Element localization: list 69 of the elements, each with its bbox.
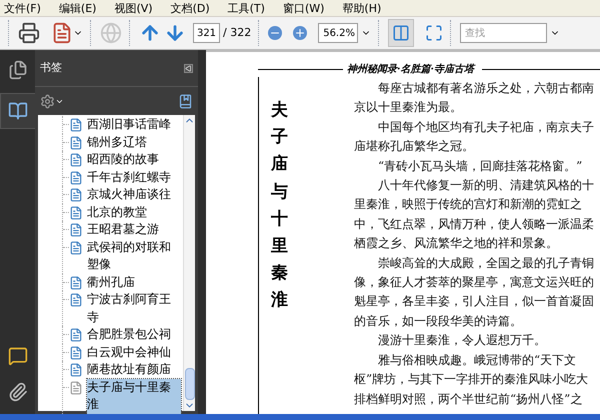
menu-item[interactable]: 视图(V)	[114, 2, 153, 14]
menu-item[interactable]: 窗口(W)	[282, 2, 324, 14]
previous-page-icon[interactable]	[139, 22, 161, 44]
attachment-icon[interactable]	[8, 382, 28, 402]
page-total: / 322	[223, 24, 252, 41]
menu-item[interactable]: 文档(D)	[170, 2, 210, 14]
bookmark-page-icon	[69, 346, 83, 360]
zoom-out-icon[interactable]	[268, 26, 282, 40]
bookmark-item[interactable]: 京城火神庙谈往	[87, 186, 181, 204]
bookmark-page-icon	[69, 188, 83, 202]
document-icon[interactable]	[51, 22, 73, 44]
fit-page-icon[interactable]	[425, 24, 444, 42]
body-paragraph: 崇峻高耸的大成殿，全国之最的孔子青铜像，象征人才荟萃的聚星亭，寓意文运兴旺的魁星亭，各呈丰姿，引人注目，似一首首凝固的音乐，如一段段华美的诗篇。	[354, 254, 595, 330]
bookmark-item[interactable]: 衢州孔庙	[87, 274, 181, 291]
globe-icon	[100, 22, 122, 44]
body-paragraph: 漫游十里秦淮，令人遐想万千。	[377, 332, 547, 350]
bookmark-item[interactable]: 夫子庙与十里秦淮	[87, 378, 181, 414]
bookmark-item[interactable]: 白云观中会神仙	[87, 344, 181, 361]
panel-title: 书签	[40, 60, 62, 76]
fit-width-icon	[392, 24, 410, 42]
chapter-title: 夫子庙与十里秦淮	[271, 99, 288, 312]
next-page-icon[interactable]	[164, 22, 186, 44]
bookmark-item[interactable]: 千年古刹红螺寺	[87, 168, 181, 186]
bookmark-item[interactable]: 武侯祠的对联和塑像	[87, 238, 181, 274]
comments-icon[interactable]	[8, 346, 28, 366]
bookmark-item[interactable]: 合肥胜景包公祠	[87, 326, 181, 344]
pages-icon[interactable]	[8, 60, 28, 80]
scroll-thumb[interactable]	[184, 368, 194, 400]
bookmark-item[interactable]: 宁波古刹阿育王寺	[87, 291, 181, 326]
bookmark-page-icon	[69, 170, 83, 184]
menu-item[interactable]: 工具(T)	[228, 2, 265, 14]
print-icon[interactable]	[18, 22, 40, 44]
gear-icon[interactable]	[40, 94, 55, 108]
bookmark-item[interactable]: 西湖旧事话雷峰	[87, 116, 181, 134]
bookmark-page-icon	[69, 380, 83, 394]
bookmark-item[interactable]: 北京的教堂	[87, 204, 181, 221]
bookmark-page-icon	[69, 206, 83, 220]
bookmark-page-icon	[69, 153, 83, 167]
scrollbar[interactable]	[183, 115, 195, 411]
bookmark-page-icon	[69, 293, 83, 307]
bookmarks-icon	[8, 101, 28, 121]
bookmark-page-icon	[69, 240, 83, 254]
bookmark-page-icon	[69, 118, 83, 132]
panel-options-icon[interactable]	[184, 64, 193, 72]
body-paragraph: “青砖小瓦马头墙，回廊挂落花格窗。”	[377, 158, 584, 175]
bookmark-page-icon	[69, 363, 83, 377]
zoom-field[interactable]: 56.2%	[318, 23, 358, 43]
running-header: 神州秘闻录·名胜篇·寺庙古塔	[347, 62, 474, 77]
body-paragraph: 中国每个地区均有孔夫子祀庙，南京夫子庙堪称孔庙繁华之冠。	[354, 118, 595, 156]
menu-item[interactable]: 编辑(E)	[58, 2, 96, 14]
body-paragraph: 每座古城都有著名游乐之处，六朝古都南京以十里秦淮为最。	[354, 80, 595, 116]
body-paragraph: 八十年代修复一新的明、清建筑风格的十里秦淮，映照于传统的宫灯和新潮的霓虹之中，飞红点翠，风情万种，使人领略一派温柔栖霞之乡、风流繁华之地的祥和景象。	[354, 177, 595, 252]
bookmark-page-icon	[69, 328, 83, 342]
menu-item[interactable]: 帮助(H)	[342, 2, 382, 14]
bookmark-item[interactable]: 昭西陵的故事	[87, 151, 181, 168]
bookmark-page-icon	[69, 136, 83, 150]
zoom-in-icon[interactable]	[293, 26, 308, 40]
fit-width-button[interactable]	[388, 19, 414, 47]
bookmark-item[interactable]: 王昭君墓之游	[87, 221, 181, 238]
bookmark-item[interactable]: 锦州多辽塔	[87, 134, 181, 151]
bookmarks-tab[interactable]	[0, 93, 35, 129]
bookmark-item[interactable]: 陋巷故址有颜庙	[87, 361, 181, 378]
page-number-field[interactable]: 321	[193, 23, 220, 43]
body-paragraph: 雅与俗相映成趣。峨冠博带的“天下文枢”牌坊，与其下一字排开的秦淮风味小吃大排档鲜明对照，两个半世纪前“扬州八怪”之	[354, 352, 590, 408]
menu-item[interactable]: 文件(F)	[4, 2, 41, 14]
bookmark-icon[interactable]	[178, 94, 193, 108]
bookmark-page-icon	[69, 223, 83, 237]
search-field[interactable]: 查找	[460, 23, 548, 43]
bookmark-page-icon	[69, 276, 83, 290]
